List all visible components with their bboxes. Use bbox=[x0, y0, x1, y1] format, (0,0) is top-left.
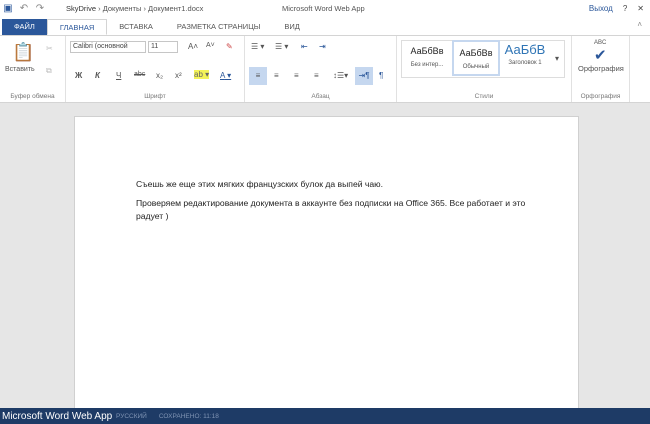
title-bar: ▣ ↶ ↷ SkyDrive › Документы › Документ1.d… bbox=[0, 0, 650, 17]
status-bar: Microsoft Word Web App РУССКИЙ СОХРАНЕНО… bbox=[0, 408, 650, 424]
styles-group: АаБбВв Без интер... АаБбВв Обычный АаБбВ За… bbox=[397, 36, 572, 102]
collapse-ribbon-icon[interactable]: ˄ bbox=[637, 20, 642, 29]
increase-indent-icon[interactable]: ⇥ bbox=[319, 42, 326, 51]
clipboard-group: 📋 Вставить ✂ ⧉ Буфер обмена bbox=[0, 36, 66, 102]
clipboard-label: Буфер обмена bbox=[10, 93, 55, 100]
document-page[interactable]: Съешь же еще этих мягких французских бул… bbox=[74, 116, 579, 416]
font-size-select[interactable]: 11 bbox=[148, 41, 178, 53]
style-heading-1[interactable]: АаБбВ Заголовок 1 bbox=[501, 40, 549, 76]
style-no-spacing[interactable]: АаБбВв Без интер... bbox=[403, 40, 451, 76]
spelling-button[interactable]: Орфография bbox=[578, 64, 624, 73]
clear-format-icon[interactable]: ✎ bbox=[226, 42, 233, 51]
align-left-button[interactable]: ≡ bbox=[249, 67, 267, 85]
undo-icon[interactable]: ↶ bbox=[16, 3, 32, 14]
copy-icon[interactable]: ⧉ bbox=[46, 66, 52, 76]
styles-more-icon[interactable]: ▾ bbox=[555, 54, 559, 63]
tab-insert[interactable]: ВСТАВКА bbox=[107, 19, 165, 35]
font-name-select[interactable]: Calibri (основной bbox=[70, 41, 146, 53]
style-name: Без интер... bbox=[410, 62, 444, 68]
close-button[interactable]: ✕ bbox=[637, 4, 644, 13]
decrease-indent-icon[interactable]: ⇤ bbox=[301, 42, 308, 51]
tab-home[interactable]: ГЛАВНАЯ bbox=[46, 19, 108, 35]
paragraph-group: ☰ ▾ ☰ ▾ ⇤ ⇥ ≡ ≡ ≡ ≡ ↕☰▾ ⇥¶ ¶ Абзац bbox=[245, 36, 397, 102]
subscript-button[interactable]: x₂ bbox=[156, 71, 163, 80]
breadcrumb-file: Документ1.docx bbox=[148, 4, 204, 13]
help-button[interactable]: ? bbox=[623, 4, 627, 13]
paragraph-label: Абзац bbox=[311, 93, 330, 100]
rtl-button[interactable]: ¶ bbox=[379, 71, 383, 80]
tab-page-layout[interactable]: РАЗМЕТКА СТРАНИЦЫ bbox=[165, 19, 272, 35]
style-preview: АаБбВ bbox=[504, 42, 546, 57]
cut-icon[interactable]: ✂ bbox=[46, 44, 53, 53]
ribbon-tabs: ФАЙЛ ГЛАВНАЯ ВСТАВКА РАЗМЕТКА СТРАНИЦЫ В… bbox=[0, 17, 650, 35]
superscript-button[interactable]: x² bbox=[175, 71, 182, 80]
save-icon[interactable]: ▣ bbox=[0, 3, 16, 14]
styles-label: Стили bbox=[474, 93, 494, 100]
font-color-label: A bbox=[220, 71, 225, 80]
ltr-button[interactable]: ⇥¶ bbox=[355, 67, 373, 85]
font-color-button[interactable]: A ▾ bbox=[220, 71, 231, 80]
font-label: Шрифт bbox=[144, 93, 166, 100]
shrink-font-icon[interactable]: A˅ bbox=[206, 42, 215, 49]
italic-button[interactable]: К bbox=[95, 71, 100, 80]
breadcrumb-skydrive[interactable]: SkyDrive bbox=[66, 4, 96, 13]
strikethrough-button[interactable]: abc bbox=[134, 71, 145, 78]
document-paragraph[interactable]: Проверяем редактирование документа в акк… bbox=[136, 197, 526, 223]
spelling-check-icon[interactable]: ✔ bbox=[594, 46, 607, 64]
redo-icon[interactable]: ↷ bbox=[32, 3, 48, 14]
paste-button[interactable]: Вставить bbox=[5, 66, 35, 73]
style-normal[interactable]: АаБбВв Обычный bbox=[452, 40, 500, 76]
tab-view[interactable]: ВИД bbox=[272, 19, 311, 35]
document-paragraph[interactable]: Съешь же еще этих мягких французских бул… bbox=[136, 178, 526, 191]
status-saved: СОХРАНЕНО: 11:18 bbox=[158, 412, 219, 420]
status-app-name: Microsoft Word Web App bbox=[2, 410, 113, 422]
style-name: Обычный bbox=[462, 64, 490, 70]
breadcrumb: SkyDrive › Документы › Документ1.docx bbox=[66, 4, 204, 13]
align-center-button[interactable]: ≡ bbox=[274, 71, 279, 80]
paste-icon[interactable]: 📋 bbox=[12, 42, 34, 63]
justify-button[interactable]: ≡ bbox=[314, 71, 319, 80]
line-spacing-icon[interactable]: ↕☰▾ bbox=[333, 71, 348, 80]
exit-link[interactable]: Выход bbox=[589, 4, 613, 13]
app-title: Microsoft Word Web App bbox=[282, 4, 365, 13]
breadcrumb-documents[interactable]: Документы bbox=[103, 4, 142, 13]
status-language[interactable]: РУССКИЙ bbox=[116, 413, 147, 420]
align-right-button[interactable]: ≡ bbox=[294, 71, 299, 80]
spelling-label: Орфография bbox=[580, 93, 621, 100]
spelling-group: ABC ✔ Орфография Орфография bbox=[572, 36, 630, 102]
bold-button[interactable]: Ж bbox=[75, 71, 82, 80]
highlight-icon[interactable]: ab ▾ bbox=[194, 70, 210, 79]
style-name: Заголовок 1 bbox=[508, 60, 542, 66]
tab-file[interactable]: ФАЙЛ bbox=[2, 19, 47, 35]
underline-button[interactable]: Ч bbox=[116, 71, 121, 80]
bullets-icon[interactable]: ☰ ▾ bbox=[251, 42, 264, 51]
numbering-icon[interactable]: ☰ ▾ bbox=[275, 42, 288, 51]
ribbon: 📋 Вставить ✂ ⧉ Буфер обмена Calibri (осн… bbox=[0, 35, 650, 103]
style-preview: АаБбВв bbox=[410, 46, 444, 56]
font-group: Calibri (основной 11 A˄ A˅ ✎ Ж К Ч abc x… bbox=[66, 36, 245, 102]
grow-font-icon[interactable]: A˄ bbox=[188, 42, 198, 51]
style-preview: АаБбВв bbox=[459, 48, 493, 58]
